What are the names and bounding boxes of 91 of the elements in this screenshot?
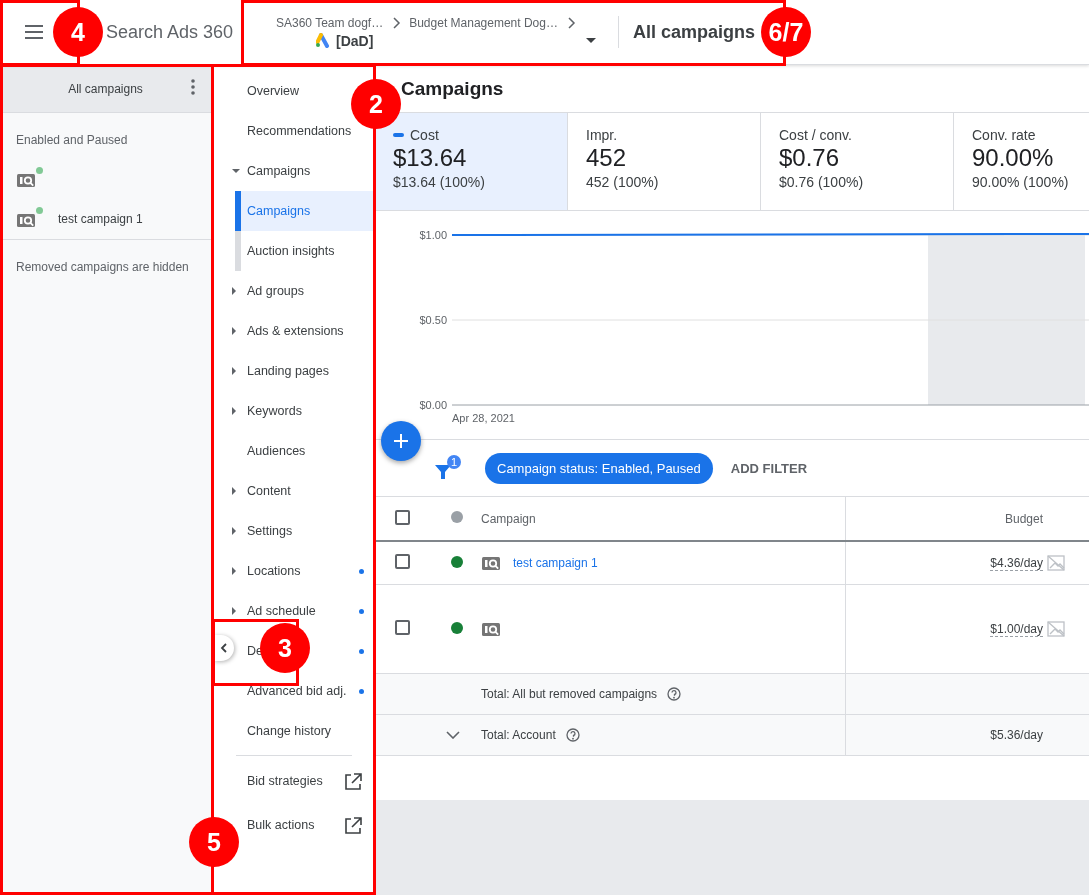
- filter-chip[interactable]: Campaign status: Enabled, Paused: [485, 452, 713, 484]
- metric-label: Impr.: [586, 127, 618, 143]
- external-link-icon[interactable]: [344, 772, 362, 790]
- total-label: Total: Account: [481, 728, 556, 742]
- image-off-icon: [1047, 555, 1065, 571]
- chevron-right-icon: [565, 15, 576, 30]
- column-header: Campaign: [481, 511, 536, 526]
- row-checkbox[interactable]: [395, 554, 410, 569]
- chevron-right-icon: [391, 15, 402, 30]
- column-header: Budget: [1004, 511, 1043, 526]
- panel-title: All campaigns: [68, 81, 143, 96]
- date-label: Apr 28, 2021: [452, 412, 515, 424]
- budget-value[interactable]: $4.36/day: [990, 556, 1043, 571]
- y-axis-label: $0.50: [419, 314, 447, 326]
- more-icon[interactable]: [191, 79, 195, 95]
- nav-link[interactable]: Bulk actions: [247, 818, 315, 832]
- metric-share: $0.76 (100%): [779, 174, 865, 190]
- product-name: Search Ads 360: [106, 21, 235, 43]
- budget-value[interactable]: $1.00/day: [990, 622, 1043, 637]
- campaign-link[interactable]: test campaign 1: [513, 556, 598, 570]
- nav-item[interactable]: Ad groups: [247, 284, 304, 298]
- metric-card[interactable]: Conv. rate 90.00% 90.00% (100%): [954, 113, 1089, 210]
- metric-share: 452 (100%): [586, 174, 660, 190]
- dropdown-caret-icon[interactable]: [586, 37, 596, 43]
- nav-item[interactable]: Keywords: [247, 404, 302, 418]
- metric-value: $13.64: [393, 144, 468, 172]
- help-icon[interactable]: [667, 687, 682, 701]
- metric-card[interactable]: Cost $13.64 $13.64 (100%): [375, 113, 568, 210]
- breadcrumb-link[interactable]: Budget Management Dog…: [409, 15, 558, 30]
- nav-link[interactable]: Bid strategies: [247, 774, 323, 788]
- external-link-icon[interactable]: [344, 816, 362, 834]
- series-indicator: [393, 133, 404, 137]
- campaign-item[interactable]: test campaign 1: [58, 212, 143, 226]
- collapsed-triangle-icon[interactable]: [232, 487, 236, 495]
- metric-label: Conv. rate: [972, 127, 1036, 143]
- collapsed-triangle-icon[interactable]: [232, 527, 236, 535]
- metric-value: 90.00%: [972, 144, 1055, 172]
- row-checkbox[interactable]: [395, 620, 410, 635]
- group-label: Enabled and Paused: [15, 132, 129, 149]
- metric-value: $0.76: [779, 144, 841, 172]
- nav-item[interactable]: Change history: [247, 724, 332, 738]
- y-axis-label: $1.00: [419, 229, 447, 241]
- collapsed-triangle-icon[interactable]: [232, 367, 236, 375]
- metric-share: $13.64 (100%): [393, 174, 486, 190]
- metric-card[interactable]: Cost / conv. $0.76 $0.76 (100%): [761, 113, 954, 210]
- collapsed-triangle-icon[interactable]: [232, 607, 236, 615]
- chevron-left-icon: [220, 643, 228, 653]
- expanded-triangle-icon[interactable]: [232, 169, 240, 173]
- nav-item[interactable]: Campaigns: [247, 164, 311, 178]
- page-title: All campaigns: [633, 21, 756, 43]
- account-name[interactable]: [DaD]: [336, 32, 374, 49]
- nav-item[interactable]: Recommendations: [247, 124, 352, 138]
- nav-subitem[interactable]: Campaigns: [235, 191, 374, 231]
- image-off-icon: [1047, 621, 1065, 637]
- nav-item[interactable]: Ad schedule: [247, 604, 316, 618]
- nav-item[interactable]: Audiences: [247, 444, 306, 458]
- status-header-dot: [451, 511, 463, 523]
- collapsed-triangle-icon[interactable]: [232, 567, 236, 575]
- triangle-logo-icon: [316, 33, 330, 48]
- search-campaign-icon: [16, 171, 36, 189]
- plus-icon: [394, 434, 408, 448]
- nav-item[interactable]: Locations: [247, 564, 301, 578]
- add-filter-button[interactable]: ADD FILTER: [728, 456, 810, 480]
- y-axis-label: $0.00: [419, 399, 447, 411]
- search-campaign-icon: [481, 554, 501, 572]
- nav-item[interactable]: Ads & extensions: [247, 324, 344, 338]
- metric-card[interactable]: Impr. 452 452 (100%): [568, 113, 761, 210]
- select-all-checkbox[interactable]: [395, 509, 410, 525]
- nav-item[interactable]: Settings: [247, 524, 293, 538]
- nav-item[interactable]: Advanced bid adj.: [247, 684, 347, 698]
- nav-item[interactable]: Landing pages: [247, 364, 330, 378]
- budget-total: $5.36/day: [990, 728, 1043, 742]
- chevron-down-icon[interactable]: [446, 731, 460, 739]
- section-title: Campaigns: [401, 77, 504, 100]
- metric-label: Cost: [410, 127, 439, 143]
- collapsed-triangle-icon[interactable]: [232, 287, 236, 295]
- panel-note: Removed campaigns are hidden: [15, 259, 190, 276]
- metric-label: Cost / conv.: [779, 127, 852, 143]
- total-label: Total: All but removed campaigns: [481, 687, 658, 701]
- search-campaign-icon: [16, 211, 36, 229]
- breadcrumb-link[interactable]: SA360 Team dogf…: [276, 15, 384, 30]
- collapsed-triangle-icon[interactable]: [232, 407, 236, 415]
- nav-item[interactable]: Overview: [247, 84, 300, 98]
- collapse-button[interactable]: [214, 635, 234, 661]
- collapsed-triangle-icon[interactable]: [232, 327, 236, 335]
- help-icon[interactable]: [565, 728, 580, 742]
- metric-value: 452: [586, 144, 628, 172]
- metric-share: 90.00% (100%): [972, 174, 1070, 190]
- filter-count-badge: 1: [447, 455, 461, 469]
- search-campaign-icon: [481, 620, 501, 638]
- nav-item[interactable]: Content: [247, 484, 291, 498]
